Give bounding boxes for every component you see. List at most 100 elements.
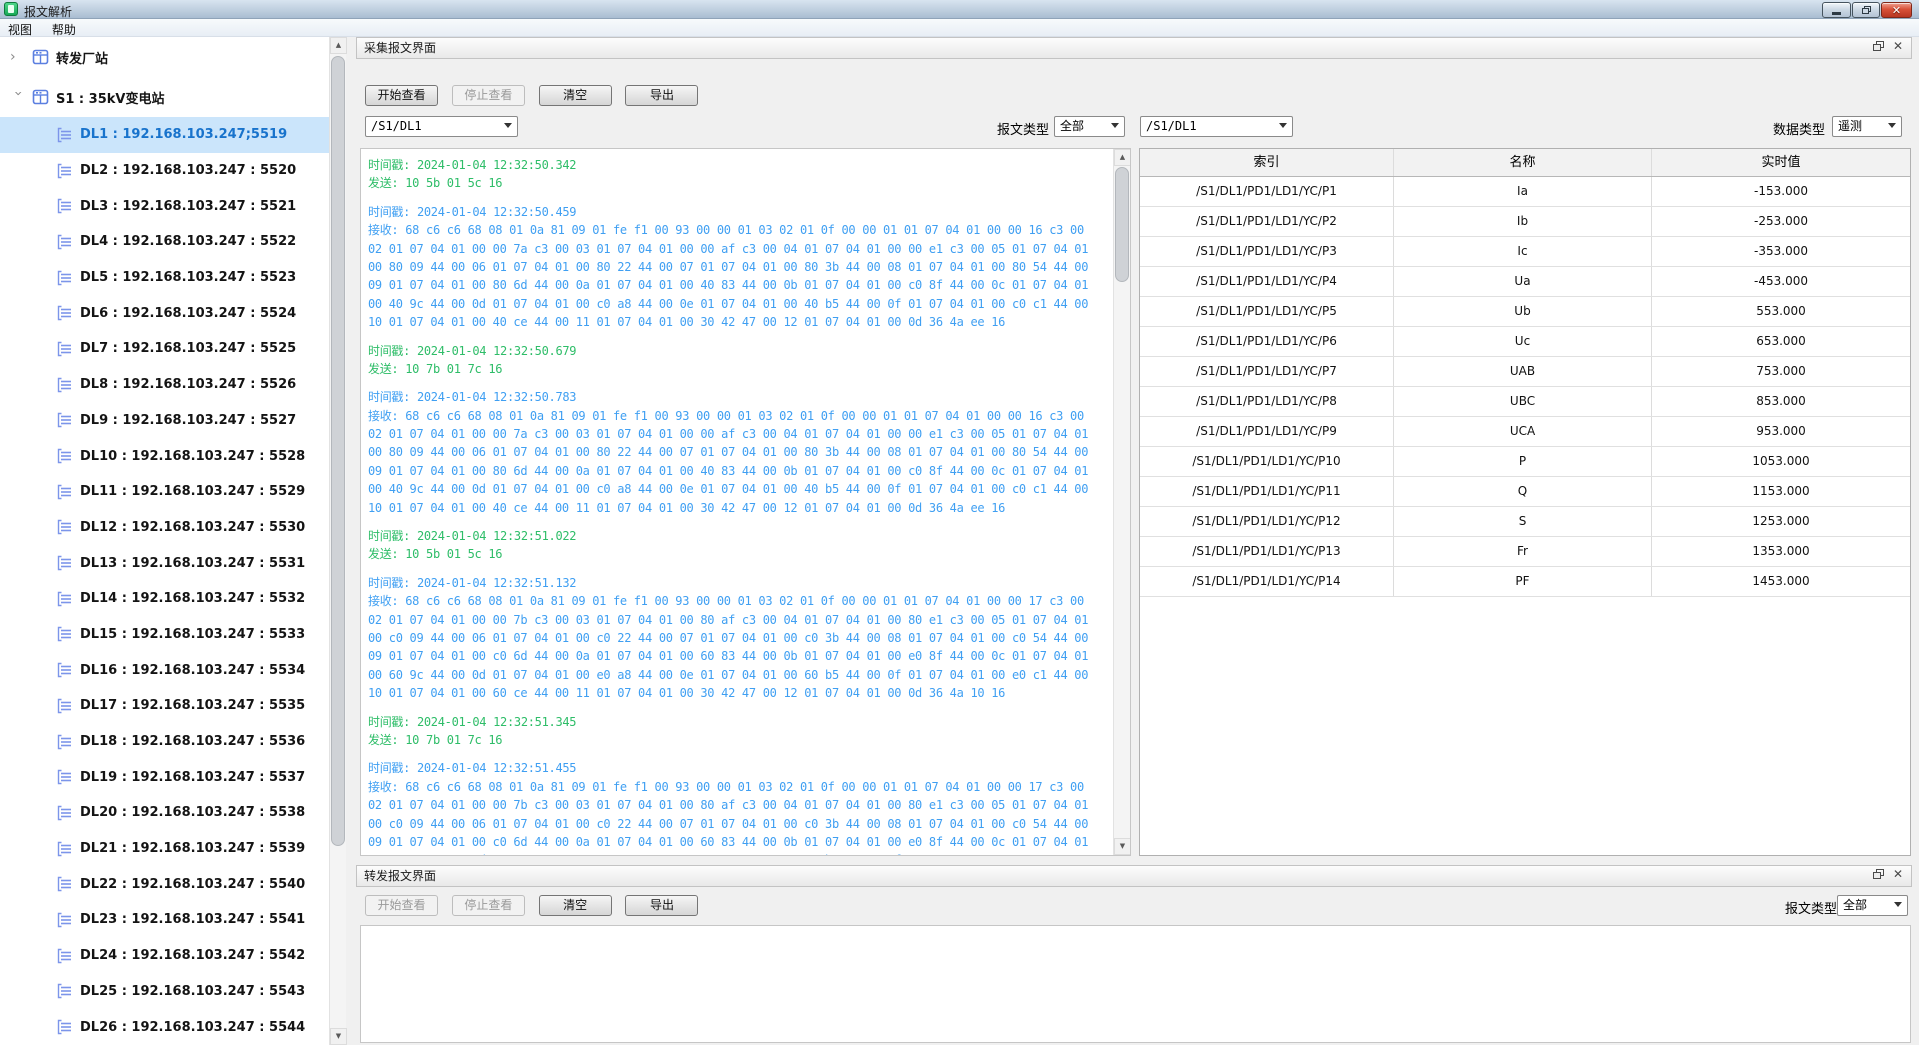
station-tree: › 转发厂站 › S1 : 35kV变电站 DL1 : 192.168.103.… — [0, 37, 329, 1045]
message-log[interactable]: 时间戳: 2024-01-04 12:32:50.342发送: 10 5b 01… — [360, 148, 1131, 856]
table-row[interactable]: /S1/DL1/PD1/LD1/YC/P6Uc653.000 — [1140, 327, 1910, 357]
data-type-select[interactable]: 遥测 — [1832, 116, 1902, 137]
tree-node-device[interactable]: DL19 : 192.168.103.247 : 5537 — [0, 759, 329, 795]
tree-node-device[interactable]: DL9 : 192.168.103.247 : 5527 — [0, 403, 329, 439]
channel-select[interactable]: /S1/DL1 — [365, 116, 518, 137]
menu-view[interactable]: 视图 — [0, 19, 40, 38]
column-header-name[interactable]: 名称 — [1394, 149, 1652, 176]
scroll-down-icon[interactable]: ▼ — [1114, 838, 1131, 855]
table-row[interactable]: /S1/DL1/PD1/LD1/YC/P4Ua-453.000 — [1140, 267, 1910, 297]
tree-scrollbar[interactable]: ▲ ▼ — [329, 37, 346, 1045]
log-line: 00 c0 09 44 00 06 01 07 04 01 00 c0 22 4… — [368, 629, 1113, 647]
tree-node-substation-s1[interactable]: › S1 : 35kV变电站 — [0, 77, 329, 117]
tree-node-device[interactable]: DL2 : 192.168.103.247 : 5520 — [0, 153, 329, 189]
tree-node-device[interactable]: DL15 : 192.168.103.247 : 5533 — [0, 617, 329, 653]
message-list-icon — [56, 876, 73, 892]
scroll-down-icon[interactable]: ▼ — [330, 1028, 347, 1045]
start-view-button[interactable]: 开始查看 — [365, 85, 438, 106]
table-row[interactable]: /S1/DL1/PD1/LD1/YC/P13Fr1353.000 — [1140, 537, 1910, 567]
message-list-icon — [56, 698, 73, 714]
clear-button[interactable]: 清空 — [539, 895, 612, 916]
cell-name: Uc — [1394, 327, 1652, 356]
tree-scrollbar-thumb[interactable] — [331, 56, 345, 846]
chevron-down-icon[interactable]: › — [10, 91, 26, 107]
scroll-up-icon[interactable]: ▲ — [330, 37, 347, 54]
scroll-up-icon[interactable]: ▲ — [1114, 149, 1131, 166]
log-scrollbar[interactable]: ▲ ▼ — [1113, 149, 1130, 855]
table-row[interactable]: /S1/DL1/PD1/LD1/YC/P10P1053.000 — [1140, 447, 1910, 477]
tree-node-device[interactable]: DL21 : 192.168.103.247 : 5539 — [0, 831, 329, 867]
cell-index: /S1/DL1/PD1/LD1/YC/P14 — [1140, 567, 1394, 596]
log-line: 10 01 07 04 01 00 60 ce 44 00 11 01 07 0… — [368, 684, 1113, 702]
export-button[interactable]: 导出 — [625, 895, 698, 916]
message-list-icon — [56, 270, 73, 286]
tree-node-device[interactable]: DL16 : 192.168.103.247 : 5534 — [0, 652, 329, 688]
cell-index: /S1/DL1/PD1/LD1/YC/P13 — [1140, 537, 1394, 566]
float-panel-icon[interactable] — [1873, 869, 1884, 880]
close-panel-icon[interactable]: ✕ — [1893, 869, 1903, 880]
log-line: 时间戳: 2024-01-04 12:32:50.679 — [368, 342, 1113, 360]
minimize-button[interactable] — [1822, 2, 1851, 18]
log-scrollbar-thumb[interactable] — [1115, 167, 1129, 282]
table-row[interactable]: /S1/DL1/PD1/LD1/YC/P1Ia-153.000 — [1140, 177, 1910, 207]
menu-help[interactable]: 帮助 — [44, 19, 84, 38]
tree-node-device[interactable]: DL3 : 192.168.103.247 : 5521 — [0, 188, 329, 224]
table-row[interactable]: /S1/DL1/PD1/LD1/YC/P9UCA953.000 — [1140, 417, 1910, 447]
chevron-right-icon[interactable]: › — [10, 49, 26, 65]
tree-node-device[interactable]: DL12 : 192.168.103.247 : 5530 — [0, 510, 329, 546]
float-panel-icon[interactable] — [1873, 41, 1884, 52]
clear-button[interactable]: 清空 — [539, 85, 612, 106]
tree-node-device[interactable]: DL8 : 192.168.103.247 : 5526 — [0, 367, 329, 403]
tree-node-device[interactable]: DL11 : 192.168.103.247 : 5529 — [0, 474, 329, 510]
tree-node-device[interactable]: DL5 : 192.168.103.247 : 5523 — [0, 260, 329, 296]
forward-panel-header: 转发报文界面 ✕ — [356, 865, 1912, 887]
tree-node-device[interactable]: DL13 : 192.168.103.247 : 5531 — [0, 545, 329, 581]
msg-type-select[interactable]: 全部 — [1054, 116, 1125, 137]
cell-index: /S1/DL1/PD1/LD1/YC/P5 — [1140, 297, 1394, 326]
stop-view-button[interactable]: 停止查看 — [452, 85, 525, 106]
tree-node-device[interactable]: DL7 : 192.168.103.247 : 5525 — [0, 331, 329, 367]
tree-node-device[interactable]: DL22 : 192.168.103.247 : 5540 — [0, 866, 329, 902]
tree-node-device[interactable]: DL6 : 192.168.103.247 : 5524 — [0, 295, 329, 331]
tree-node-device[interactable]: DL24 : 192.168.103.247 : 5542 — [0, 938, 329, 974]
device-label: DL21 : 192.168.103.247 : 5539 — [80, 841, 305, 856]
tree-node-device[interactable]: DL17 : 192.168.103.247 : 5535 — [0, 688, 329, 724]
tree-node-device[interactable]: DL10 : 192.168.103.247 : 5528 — [0, 438, 329, 474]
log-line: 00 40 9c 44 00 0d 01 07 04 01 00 c0 a8 4… — [368, 480, 1113, 498]
table-row[interactable]: /S1/DL1/PD1/LD1/YC/P2Ib-253.000 — [1140, 207, 1910, 237]
start-view-button[interactable]: 开始查看 — [365, 895, 438, 916]
cell-value: 1053.000 — [1652, 447, 1910, 476]
restore-button[interactable] — [1852, 2, 1880, 18]
tree-node-forward-station[interactable]: › 转发厂站 — [0, 37, 329, 77]
log-line: 时间戳: 2024-01-04 12:32:50.783 — [368, 388, 1113, 406]
table-row[interactable]: /S1/DL1/PD1/LD1/YC/P7UAB753.000 — [1140, 357, 1910, 387]
tree-node-device[interactable]: DL4 : 192.168.103.247 : 5522 — [0, 224, 329, 260]
forward-message-log[interactable] — [360, 925, 1911, 1043]
tree-node-device[interactable]: DL1 : 192.168.103.247;5519 — [0, 117, 329, 153]
column-header-index[interactable]: 索引 — [1140, 149, 1394, 176]
tree-node-device[interactable]: DL14 : 192.168.103.247 : 5532 — [0, 581, 329, 617]
close-button[interactable]: ✕ — [1881, 2, 1912, 18]
table-row[interactable]: /S1/DL1/PD1/LD1/YC/P12S1253.000 — [1140, 507, 1910, 537]
msg-type-select[interactable]: 全部 — [1837, 895, 1908, 916]
tree-node-device[interactable]: DL25 : 192.168.103.247 : 5543 — [0, 974, 329, 1010]
table-row[interactable]: /S1/DL1/PD1/LD1/YC/P8UBC853.000 — [1140, 387, 1910, 417]
sent-message-block: 时间戳: 2024-01-04 12:32:50.342发送: 10 5b 01… — [368, 156, 1113, 193]
channel-select-2[interactable]: /S1/DL1 — [1140, 116, 1293, 137]
export-button[interactable]: 导出 — [625, 85, 698, 106]
station-icon — [32, 49, 49, 65]
close-panel-icon[interactable]: ✕ — [1893, 41, 1903, 52]
tree-node-device[interactable]: DL20 : 192.168.103.247 : 5538 — [0, 795, 329, 831]
table-row[interactable]: /S1/DL1/PD1/LD1/YC/P5Ub553.000 — [1140, 297, 1910, 327]
table-row[interactable]: /S1/DL1/PD1/LD1/YC/P14PF1453.000 — [1140, 567, 1910, 597]
tree-node-label: S1 : 35kV变电站 — [56, 88, 164, 107]
table-row[interactable]: /S1/DL1/PD1/LD1/YC/P11Q1153.000 — [1140, 477, 1910, 507]
tree-node-device[interactable]: DL23 : 192.168.103.247 : 5541 — [0, 902, 329, 938]
table-row[interactable]: /S1/DL1/PD1/LD1/YC/P3Ic-353.000 — [1140, 237, 1910, 267]
tree-node-device[interactable]: DL26 : 192.168.103.247 : 5544 — [0, 1009, 329, 1045]
log-line: 时间戳: 2024-01-04 12:32:50.342 — [368, 156, 1113, 174]
tree-node-device[interactable]: DL18 : 192.168.103.247 : 5536 — [0, 724, 329, 760]
log-line: 接收: 68 c6 c6 68 08 01 0a 81 09 01 fe f1 … — [368, 221, 1113, 239]
column-header-value[interactable]: 实时值 — [1652, 149, 1910, 176]
stop-view-button[interactable]: 停止查看 — [452, 895, 525, 916]
